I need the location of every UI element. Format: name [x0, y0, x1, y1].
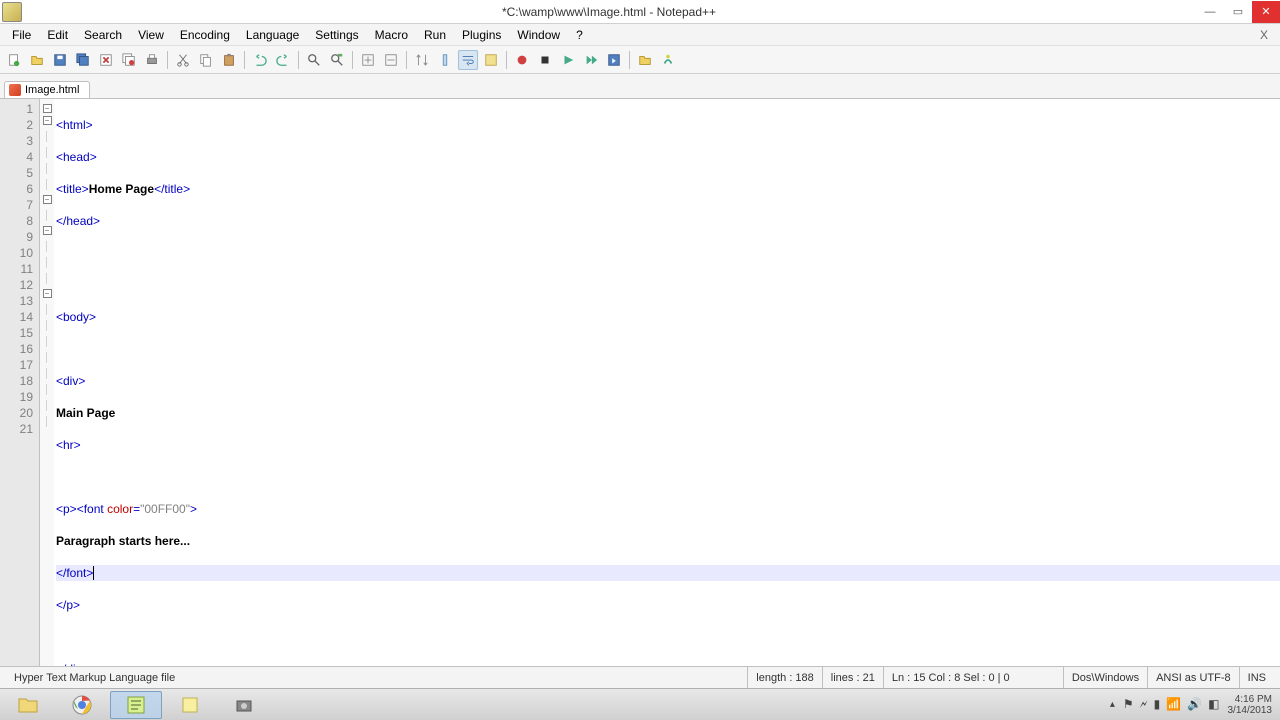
copy-icon[interactable] [196, 50, 216, 70]
status-ins: INS [1240, 667, 1274, 688]
taskbar: ▴ ⚑ 🗲 ▮ 📶 🔊 ◧ 4:16 PM 3/14/2013 [0, 688, 1280, 720]
menu-window[interactable]: Window [509, 26, 568, 44]
save-all-icon[interactable] [73, 50, 93, 70]
tray-power-icon[interactable]: 🗲 [1140, 697, 1148, 712]
wordwrap-icon[interactable] [458, 50, 478, 70]
monitor-icon[interactable] [658, 50, 678, 70]
print-icon[interactable] [142, 50, 162, 70]
close-file-icon[interactable] [96, 50, 116, 70]
tray-show-hidden-icon[interactable]: ▴ [1110, 699, 1115, 710]
zoom-out-icon[interactable] [381, 50, 401, 70]
window-title: *C:\wamp\www\Image.html - Notepad++ [22, 5, 1196, 19]
app-icon [2, 2, 22, 22]
fold-column: − − ││││ − │ − │││ − ││││││││ [40, 99, 54, 666]
file-modified-icon [9, 84, 21, 96]
record-macro-icon[interactable] [535, 50, 555, 70]
redo-icon[interactable] [273, 50, 293, 70]
close-doc-button[interactable]: X [1252, 26, 1276, 44]
menu-search[interactable]: Search [76, 26, 130, 44]
play-multi-icon[interactable] [581, 50, 601, 70]
menu-edit[interactable]: Edit [39, 26, 76, 44]
fold-toggle-icon[interactable]: − [43, 195, 52, 204]
code-area[interactable]: <html> <head> <title>Home Page</title> <… [54, 99, 1280, 666]
toolbar [0, 46, 1280, 74]
taskbar-chrome[interactable] [56, 691, 108, 719]
file-tab-label: Image.html [25, 84, 79, 96]
fold-toggle-icon[interactable]: − [43, 104, 52, 113]
sync-v-icon[interactable] [412, 50, 432, 70]
fold-toggle-icon[interactable]: − [43, 226, 52, 235]
file-tab[interactable]: Image.html [4, 81, 90, 98]
status-lines: lines : 21 [823, 667, 884, 688]
menu-help[interactable]: ? [568, 26, 591, 44]
show-all-chars-icon[interactable] [481, 50, 501, 70]
menu-macro[interactable]: Macro [367, 26, 416, 44]
tab-bar: Image.html [0, 74, 1280, 98]
tray-volume-icon[interactable]: 🔊 [1187, 697, 1202, 712]
tray-flag-icon[interactable]: ⚑ [1123, 697, 1134, 712]
replace-icon[interactable] [327, 50, 347, 70]
title-bar: *C:\wamp\www\Image.html - Notepad++ — ▭ … [0, 0, 1280, 24]
close-button[interactable]: ✕ [1252, 1, 1280, 23]
tray-action-icon[interactable]: ◧ [1208, 697, 1219, 712]
status-bar: Hyper Text Markup Language file length :… [0, 666, 1280, 688]
fold-toggle-icon[interactable]: − [43, 289, 52, 298]
tray-network-icon[interactable]: ▮ [1154, 697, 1161, 712]
status-eol: Dos\Windows [1064, 667, 1148, 688]
maximize-button[interactable]: ▭ [1224, 1, 1252, 23]
taskbar-explorer[interactable] [2, 691, 54, 719]
taskbar-notepadpp[interactable] [110, 691, 162, 719]
indent-guide-icon[interactable] [512, 50, 532, 70]
status-encoding: ANSI as UTF-8 [1148, 667, 1240, 688]
editor[interactable]: 123456789101112131415161718192021 − − ││… [0, 98, 1280, 666]
menu-language[interactable]: Language [238, 26, 307, 44]
play-macro-icon[interactable] [558, 50, 578, 70]
close-all-icon[interactable] [119, 50, 139, 70]
taskbar-notes[interactable] [164, 691, 216, 719]
minimize-button[interactable]: — [1196, 1, 1224, 23]
menu-view[interactable]: View [130, 26, 172, 44]
menu-run[interactable]: Run [416, 26, 454, 44]
menu-plugins[interactable]: Plugins [454, 26, 509, 44]
zoom-in-icon[interactable] [358, 50, 378, 70]
find-icon[interactable] [304, 50, 324, 70]
text-caret [93, 566, 94, 580]
menu-file[interactable]: File [4, 26, 39, 44]
tray-wifi-icon[interactable]: 📶 [1166, 697, 1181, 712]
save-icon[interactable] [50, 50, 70, 70]
sync-h-icon[interactable] [435, 50, 455, 70]
open-file-icon[interactable] [27, 50, 47, 70]
status-filetype: Hyper Text Markup Language file [6, 667, 748, 688]
status-length: length : 188 [748, 667, 823, 688]
tray-clock[interactable]: 4:16 PM 3/14/2013 [1228, 694, 1273, 716]
folder-icon[interactable] [635, 50, 655, 70]
line-gutter: 123456789101112131415161718192021 [0, 99, 40, 666]
menu-settings[interactable]: Settings [307, 26, 366, 44]
fold-toggle-icon[interactable]: − [43, 116, 52, 125]
cut-icon[interactable] [173, 50, 193, 70]
paste-icon[interactable] [219, 50, 239, 70]
save-macro-icon[interactable] [604, 50, 624, 70]
status-position: Ln : 15 Col : 8 Sel : 0 | 0 [884, 667, 1064, 688]
menu-bar: File Edit Search View Encoding Language … [0, 24, 1280, 46]
undo-icon[interactable] [250, 50, 270, 70]
taskbar-wamp[interactable] [218, 691, 270, 719]
menu-encoding[interactable]: Encoding [172, 26, 238, 44]
new-file-icon[interactable] [4, 50, 24, 70]
